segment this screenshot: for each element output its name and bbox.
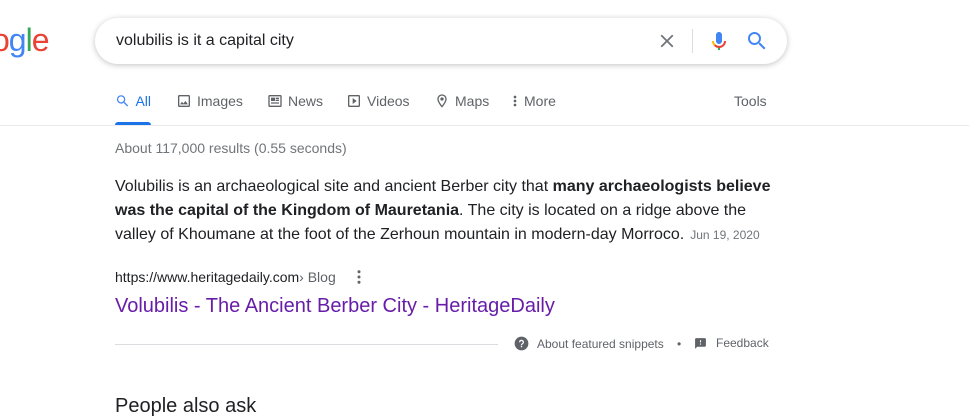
tab-maps[interactable]: Maps: [434, 90, 489, 125]
image-icon: [178, 95, 190, 107]
search-divider: [692, 29, 693, 53]
play-icon: [348, 95, 360, 107]
close-icon: [660, 34, 674, 48]
snippet-text: Volubilis is an archaeological site and …: [115, 178, 553, 195]
tab-videos[interactable]: Videos: [346, 90, 410, 125]
voice-search-button[interactable]: [707, 29, 731, 53]
help-icon: [514, 336, 529, 351]
snippet-divider: [115, 344, 498, 345]
tab-label: Videos: [367, 93, 410, 109]
tab-label: Maps: [455, 93, 490, 109]
tab-news[interactable]: News: [267, 90, 323, 125]
logo-letter: g: [8, 22, 27, 58]
result-stats: About 117,000 results (0.55 seconds): [115, 140, 347, 156]
search-input[interactable]: volubilis is it a capital city: [116, 18, 294, 64]
tab-label: More: [524, 93, 556, 109]
tab-label: News: [288, 93, 324, 109]
tab-label: All: [135, 93, 151, 109]
cite-path: › Blog: [299, 269, 336, 285]
map-pin-icon: [437, 94, 447, 108]
search-icon: [748, 32, 766, 50]
about-label: About featured snippets: [537, 336, 664, 351]
logo-letter: e: [31, 22, 50, 58]
result-title-link[interactable]: Volubilis - The Ancient Berber City - He…: [115, 293, 555, 319]
microphone-icon: [712, 32, 726, 50]
header-divider: [0, 125, 969, 126]
news-icon: [268, 95, 282, 107]
logo-letter: o: [0, 22, 10, 59]
cite-host: https://www.heritagedaily.com: [115, 269, 300, 285]
featured-snippet-text: Volubilis is an archaeological site and …: [115, 175, 775, 247]
search-tabs: All Images News Videos Maps More: [115, 90, 775, 125]
clear-search-button[interactable]: [656, 30, 678, 52]
snippet-date: Jun 19, 2020: [690, 228, 760, 242]
footer-dot: •: [677, 337, 682, 351]
more-vert-icon: [513, 95, 517, 107]
tab-images[interactable]: Images: [176, 90, 243, 125]
search-box[interactable]: volubilis is it a capital city: [95, 18, 787, 64]
google-logo[interactable]: ogle: [0, 22, 49, 59]
tab-more[interactable]: More: [509, 90, 556, 125]
more-options-icon[interactable]: [350, 268, 368, 286]
feedback-label: Feedback: [716, 336, 769, 350]
tab-label: Images: [197, 93, 243, 109]
search-submit-button[interactable]: [745, 29, 769, 53]
search-icon: [116, 95, 129, 107]
about-featured-snippets-link[interactable]: About featured snippets: [514, 336, 664, 351]
result-citation: https://www.heritagedaily.com › Blog: [115, 267, 368, 287]
tools-button[interactable]: Tools: [734, 90, 767, 112]
tab-all[interactable]: All: [115, 90, 151, 125]
feedback-link[interactable]: Feedback: [694, 336, 769, 350]
feedback-icon: [695, 337, 706, 349]
people-also-ask-heading: People also ask: [115, 395, 257, 417]
